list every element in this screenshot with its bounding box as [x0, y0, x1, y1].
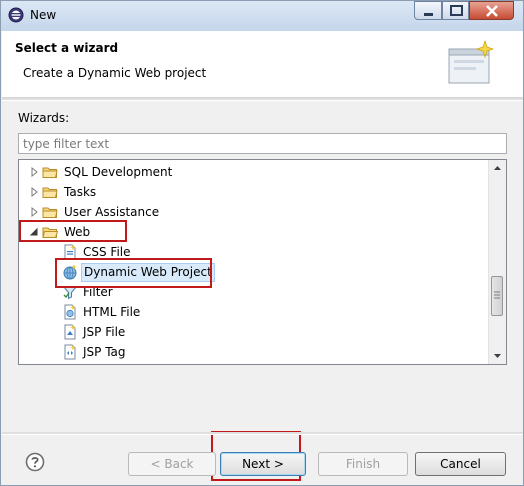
minimize-button[interactable]: [414, 1, 442, 20]
page-title: Select a wizard: [15, 41, 119, 55]
scroll-up-icon[interactable]: [489, 160, 506, 177]
new-wizard-dialog: New Select a wizard Create a Dynamic Web…: [0, 0, 524, 486]
jsp-tag-icon: [64, 344, 76, 360]
tree-item-sql-development[interactable]: SQL Development: [19, 162, 489, 182]
title-bar[interactable]: New: [1, 1, 523, 31]
tree-item-label: HTML File: [83, 305, 141, 319]
wizard-header: Select a wizard Create a Dynamic Web pro…: [2, 31, 523, 98]
close-icon: [486, 5, 498, 17]
css-file-icon: [64, 244, 76, 260]
tree-item-css-file[interactable]: CSS File: [19, 242, 489, 262]
tree-item-label: Web: [64, 225, 91, 239]
expand-arrow-icon[interactable]: [30, 187, 39, 197]
folder-icon: [42, 167, 58, 178]
scroll-down-icon[interactable]: [489, 347, 506, 364]
window-title: New: [30, 8, 57, 22]
eclipse-app-icon: [8, 7, 24, 23]
tree-item-tasks[interactable]: Tasks: [19, 182, 489, 202]
page-description: Create a Dynamic Web project: [23, 66, 207, 80]
folder-open-icon: [42, 227, 58, 238]
tree-item-dynamic-web-project[interactable]: Dynamic Web Project: [19, 262, 489, 282]
expand-arrow-icon[interactable]: [30, 207, 39, 217]
cancel-button[interactable]: Cancel: [415, 452, 506, 476]
tree-item-html-file[interactable]: HTML File: [19, 302, 489, 322]
maximize-icon: [450, 5, 463, 16]
new-wizard-banner-icon: [448, 39, 495, 84]
grip-icon: [494, 291, 500, 299]
filter-icon: [62, 286, 78, 300]
footer-divider: [2, 432, 523, 435]
tree-item-label: Filter: [83, 285, 113, 299]
maximize-button[interactable]: [442, 1, 469, 20]
tree-item-label: User Assistance: [64, 205, 160, 219]
wizard-tree[interactable]: SQL Development Tasks User Assistance We…: [18, 159, 507, 365]
tree-item-label: JSP Tag: [83, 345, 126, 359]
help-icon[interactable]: [25, 452, 45, 472]
header-divider: [2, 98, 523, 101]
tree-item-filter[interactable]: Filter: [19, 282, 489, 302]
minimize-icon: [424, 13, 433, 16]
finish-button[interactable]: Finish: [318, 452, 408, 476]
back-button[interactable]: < Back: [128, 452, 216, 476]
html-file-icon: [64, 304, 76, 320]
next-button[interactable]: Next >: [220, 452, 306, 476]
tree-scrollbar[interactable]: [488, 160, 506, 364]
wizards-label: Wizards:: [18, 111, 70, 125]
tree-item-label: SQL Development: [64, 165, 173, 179]
folder-icon: [42, 207, 58, 218]
collapse-arrow-icon[interactable]: [29, 227, 38, 237]
scrollbar-thumb[interactable]: [491, 276, 503, 316]
tree-item-label: Tasks: [64, 185, 97, 199]
tree-item-jsp-tag[interactable]: JSP Tag: [19, 342, 489, 362]
folder-icon: [42, 187, 58, 198]
tree-item-jsp-file[interactable]: JSP File: [19, 322, 489, 342]
web-project-icon: [63, 264, 77, 280]
tree-item-label: Dynamic Web Project: [81, 263, 215, 282]
tree-item-web[interactable]: Web: [19, 222, 489, 242]
close-button[interactable]: [469, 1, 514, 20]
tree-item-label: CSS File: [83, 245, 131, 259]
tree-item-user-assistance[interactable]: User Assistance: [19, 202, 489, 222]
jsp-file-icon: [64, 324, 76, 340]
tree-item-label: JSP File: [83, 325, 126, 339]
expand-arrow-icon[interactable]: [30, 167, 39, 177]
filter-input[interactable]: [18, 133, 507, 154]
